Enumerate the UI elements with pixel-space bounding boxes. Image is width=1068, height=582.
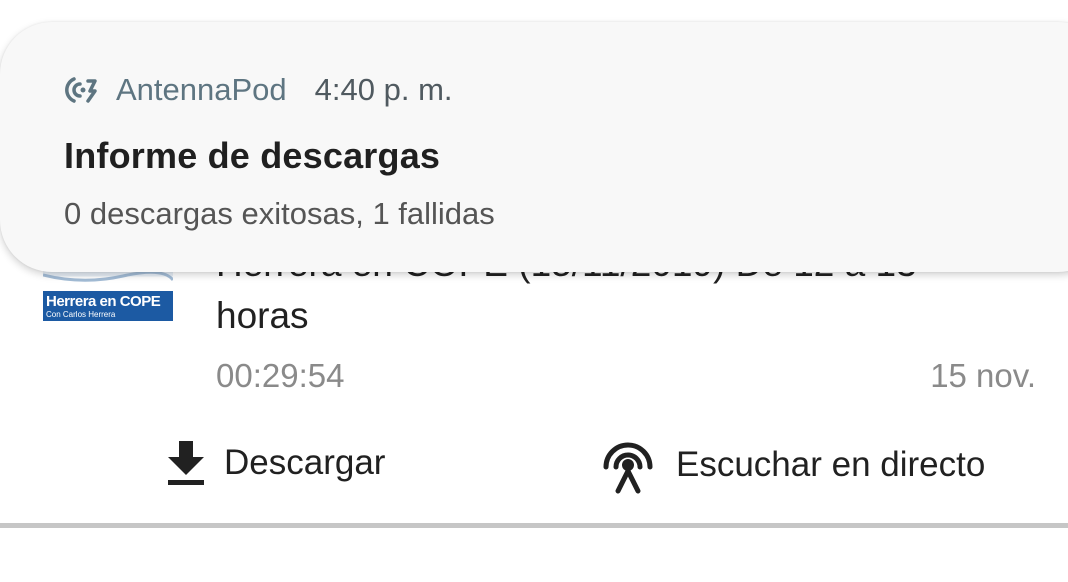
stream-button[interactable]: Escuchar en directo	[598, 430, 985, 500]
cover-title: Herrera en COPE	[46, 293, 161, 310]
cover-subtitle: Con Carlos Herrera	[46, 310, 116, 319]
antennapod-icon	[64, 75, 98, 105]
notification-time: 4:40 p. m.	[314, 72, 453, 107]
notification-header: AntennaPod 4:40 p. m.	[64, 70, 453, 110]
download-button[interactable]: Descargar	[166, 438, 385, 488]
notification-title: Informe de descargas	[64, 135, 441, 176]
list-divider	[0, 523, 1068, 528]
download-icon	[166, 441, 206, 485]
stream-icon	[598, 435, 658, 495]
download-report-notification[interactable]: AntennaPod 4:40 p. m. Informe de descarg…	[0, 22, 1068, 272]
episode-date: 15 nov.	[930, 357, 1036, 394]
screen: Herrera en COPE Con Carlos Herrera Herre…	[0, 0, 1068, 582]
download-label: Descargar	[224, 443, 386, 482]
episode-duration: 00:29:54	[216, 357, 345, 394]
notification-app-name: AntennaPod	[116, 72, 287, 107]
notification-text: 0 descargas exitosas, 1 fallidas	[64, 196, 495, 231]
stream-label: Escuchar en directo	[676, 445, 986, 484]
